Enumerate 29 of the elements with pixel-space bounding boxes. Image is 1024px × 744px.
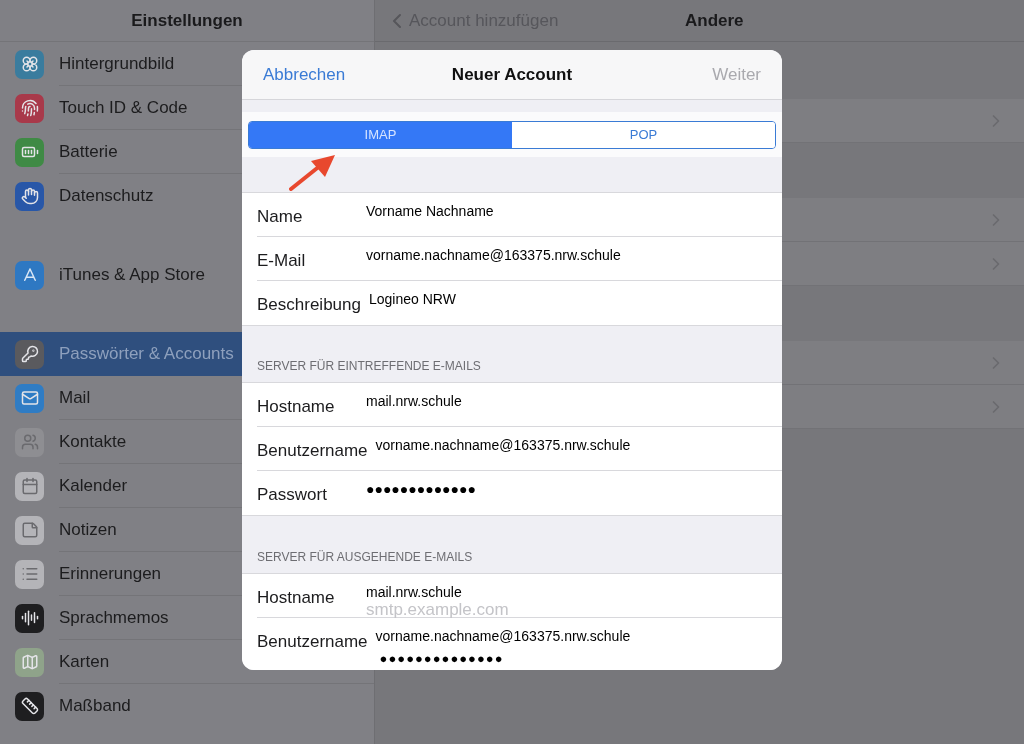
battery-icon	[15, 137, 44, 167]
list-icon	[15, 559, 44, 589]
envelope-icon	[15, 383, 44, 413]
field-label: Benutzername	[257, 440, 368, 462]
key-icon	[15, 339, 44, 369]
input-field[interactable]: vorname.nachname@163375.nrw.schule	[375, 627, 767, 645]
segment-tab[interactable]: POP	[512, 121, 775, 148]
input-field[interactable]: vorname.nachname@163375.nrw.schule	[375, 436, 767, 454]
dialog-title: Neuer Account	[451, 63, 573, 86]
contacts-icon	[15, 427, 44, 457]
field-label: Beschreibung	[257, 294, 361, 316]
letter-a-icon	[15, 260, 44, 290]
calendar-icon	[15, 471, 44, 501]
password-dots: ●●●●●●●●●●●●●●	[379, 650, 505, 668]
detail-title: Andere	[685, 9, 744, 32]
fingerprint-icon	[15, 93, 44, 123]
arrow-icon	[289, 155, 337, 191]
cancel-button[interactable]: Abbrechen	[263, 61, 346, 88]
notes-icon	[15, 515, 44, 545]
hand-icon	[15, 181, 44, 211]
flower-icon	[15, 49, 44, 79]
field-label: Hostname	[257, 396, 336, 418]
waveform-icon	[15, 603, 44, 633]
field-label: E-Mail	[257, 250, 307, 272]
field-label: Passwort	[257, 484, 328, 506]
sidebar-title: Einstellungen	[131, 9, 243, 32]
ruler-icon	[15, 691, 44, 721]
map-icon	[15, 647, 44, 677]
segment-tab[interactable]: IMAP	[249, 121, 512, 148]
